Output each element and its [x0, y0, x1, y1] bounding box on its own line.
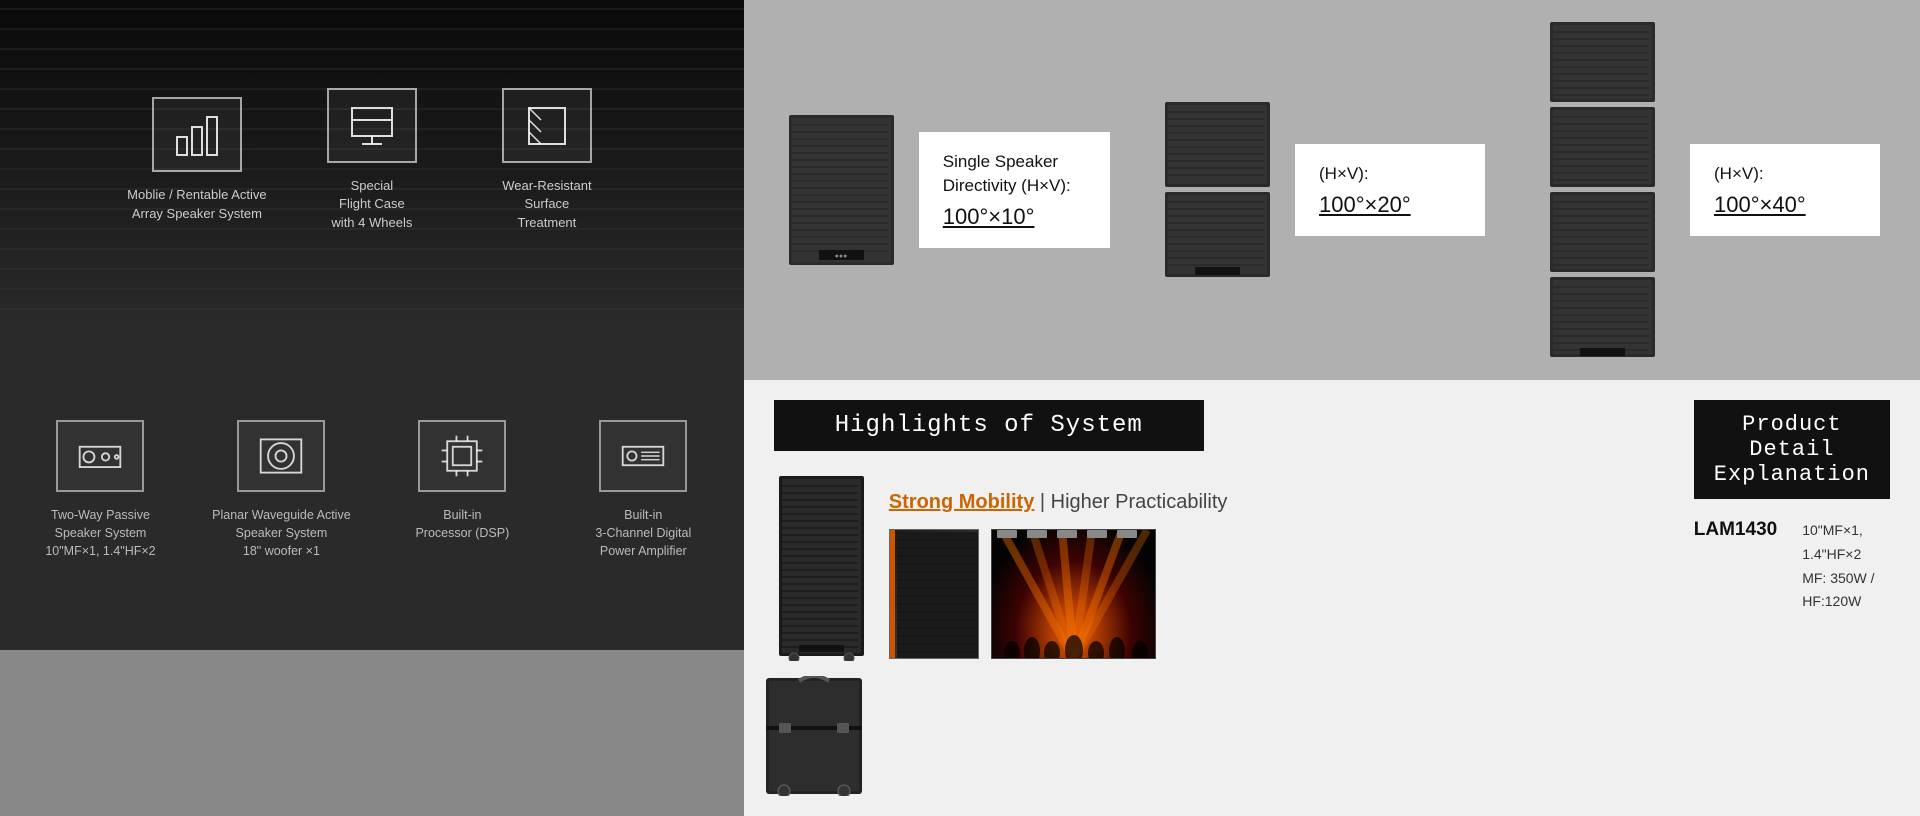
speaker-icon — [72, 432, 128, 480]
bottom-right-section: Highlights of System — [744, 380, 1920, 816]
processor-icon — [434, 432, 490, 480]
double-speaker-value: 100°×20° — [1319, 192, 1461, 218]
bar-chart-icon — [171, 109, 223, 161]
feature-item-flight-case: SpecialFlight Casewith 4 Wheels — [284, 68, 459, 252]
main-container: Moblie / Rentable Active Array Speaker S… — [0, 0, 1920, 650]
product-detail-title: Product Detail Explanation — [1694, 400, 1890, 499]
double-speaker-title: (H×V): — [1319, 162, 1461, 186]
product-detail-section: Product Detail Explanation LAM1430 10"MF… — [1664, 380, 1920, 816]
feature-item-two-way: Two-Way PassiveSpeaker System10"MF×1, 1.… — [10, 410, 191, 570]
quad-speaker-value: 100°×40° — [1714, 192, 1856, 218]
amplifier-icon — [615, 432, 671, 480]
left-panel: Moblie / Rentable Active Array Speaker S… — [0, 0, 744, 650]
feature-item-surface: Wear-ResistantSurfaceTreatment — [459, 68, 634, 252]
amplifier-label: Built-in3-Channel DigitalPower Amplifier — [595, 506, 691, 560]
quad-speaker-image — [1545, 20, 1660, 360]
quad-speaker-svg — [1545, 20, 1660, 360]
highlights-text-section: Strong Mobility | Higher Practicability — [889, 471, 1228, 659]
flight-case-label: SpecialFlight Casewith 4 Wheels — [331, 177, 412, 232]
top-icons-section: Moblie / Rentable Active Array Speaker S… — [0, 0, 744, 320]
mobility-separator: | Higher Practicability — [1040, 491, 1227, 513]
bottom-icons-row: Two-Way PassiveSpeaker System10"MF×1, 1.… — [0, 380, 744, 590]
single-speaker-svg: ●●● — [784, 110, 899, 270]
flight-case-svg — [764, 676, 864, 796]
single-speaker-info: Single Speaker Directivity (H×V): 100°×1… — [919, 132, 1110, 248]
bottom-icons-section: Two-Way PassiveSpeaker System10"MF×1, 1.… — [0, 320, 744, 650]
specs-line2: MF: 350W / HF:120W — [1802, 570, 1874, 610]
double-speaker-card: (H×V): 100°×20° — [1160, 100, 1485, 280]
double-speaker-image — [1160, 100, 1275, 280]
directivity-bottom-row: (H×V): 100°×40° — [1545, 20, 1880, 360]
mobile-label: Moblie / Rentable Active Array Speaker S… — [119, 186, 274, 222]
single-speaker-image: ●●● — [784, 110, 899, 270]
double-speaker-svg — [1160, 100, 1275, 280]
product-demo-img2 — [991, 529, 1156, 659]
highlights-section: Highlights of System — [744, 380, 1664, 816]
demo-speaker-svg — [895, 530, 979, 659]
crowd-svg — [992, 618, 1156, 658]
feature-item-planar: Planar Waveguide ActiveSpeaker System18"… — [191, 410, 372, 570]
speaker-product-images — [774, 471, 869, 796]
quad-speaker-info: (H×V): 100°×40° — [1690, 144, 1880, 236]
planar-icon-box — [237, 420, 325, 492]
single-speaker-value: 100°×10° — [943, 204, 1086, 230]
feature-item-dsp: Built-inProcessor (DSP) — [372, 410, 553, 552]
feature-item-mobile: Moblie / Rentable Active Array Speaker S… — [109, 77, 284, 242]
feature-item-amplifier: Built-in3-Channel DigitalPower Amplifier — [553, 410, 734, 570]
single-speaker-title: Single Speaker Directivity (H×V): — [943, 150, 1086, 198]
surface-treatment-icon — [521, 100, 573, 152]
product-demo-img1 — [889, 529, 979, 659]
two-way-label: Two-Way PassiveSpeaker System10"MF×1, 1.… — [45, 506, 155, 560]
product-detail-content: LAM1430 10"MF×1, 1.4"HF×2 MF: 350W / HF:… — [1694, 514, 1890, 614]
directivity-top-row: ●●● Single Speaker Directivity (H×V): 10… — [784, 100, 1485, 280]
tall-cabinet-svg — [774, 471, 869, 661]
highlights-content: Strong Mobility | Higher Practicability — [774, 471, 1634, 796]
circle-speaker-icon — [253, 432, 309, 480]
single-speaker-card: ●●● Single Speaker Directivity (H×V): 10… — [784, 110, 1110, 270]
mobile-icon-box — [152, 97, 242, 172]
product-model-label: LAM1430 — [1694, 519, 1777, 541]
two-way-icon-box — [56, 420, 144, 492]
mobility-text: Strong Mobility | Higher Practicability — [889, 491, 1228, 514]
product-specs-text: 10"MF×1, 1.4"HF×2 MF: 350W / HF:120W — [1802, 519, 1890, 614]
dsp-icon-box — [418, 420, 506, 492]
double-speaker-info: (H×V): 100°×20° — [1295, 144, 1485, 236]
surface-icon-box — [502, 88, 592, 163]
monitor-icon — [346, 100, 398, 152]
planar-label: Planar Waveguide ActiveSpeaker System18"… — [212, 506, 351, 560]
specs-line1: 10"MF×1, 1.4"HF×2 — [1802, 522, 1863, 562]
flight-case-icon-box — [327, 88, 417, 163]
strong-mobility-label: Strong Mobility — [889, 491, 1035, 513]
dsp-label: Built-inProcessor (DSP) — [415, 506, 509, 542]
right-panel: ●●● Single Speaker Directivity (H×V): 10… — [744, 0, 1920, 650]
amplifier-icon-box — [599, 420, 687, 492]
svg-text:●●●: ●●● — [834, 253, 847, 260]
directivity-section: ●●● Single Speaker Directivity (H×V): 10… — [744, 0, 1920, 380]
quad-speaker-title: (H×V): — [1714, 162, 1856, 186]
product-demo-images — [889, 529, 1228, 659]
highlights-title: Highlights of System — [774, 400, 1204, 451]
surface-label: Wear-ResistantSurfaceTreatment — [502, 177, 591, 232]
